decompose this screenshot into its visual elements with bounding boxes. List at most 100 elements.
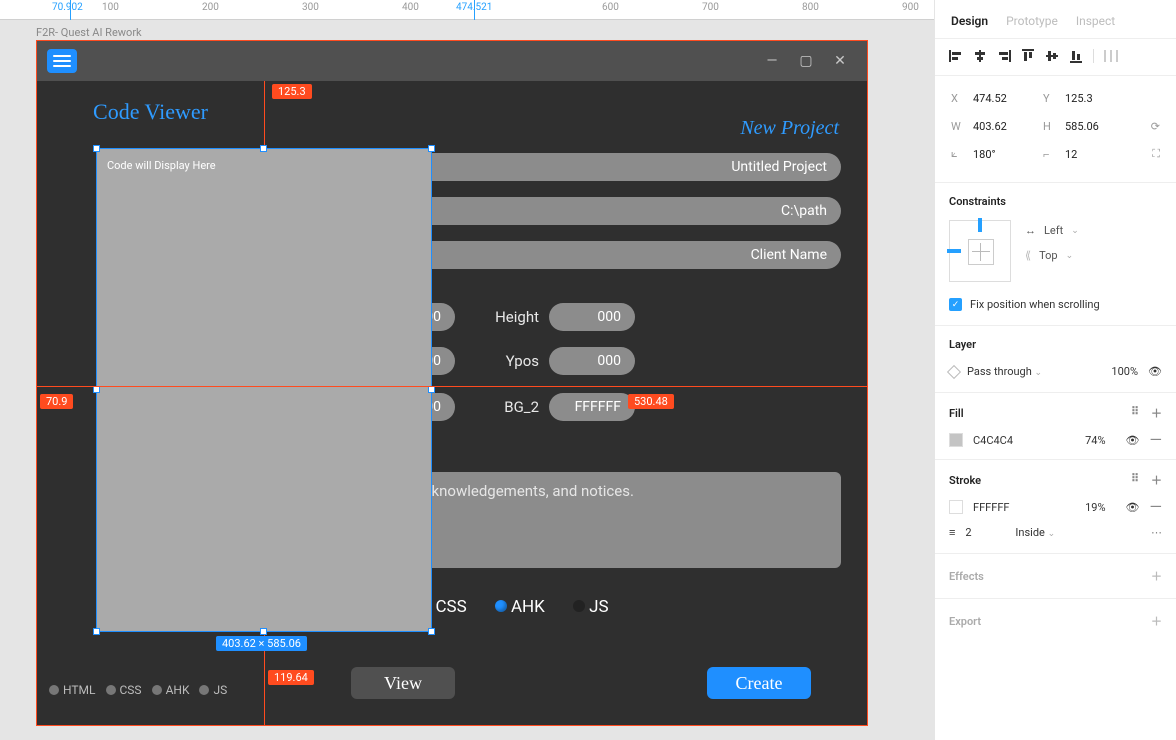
close-button[interactable]: ✕ bbox=[823, 49, 857, 73]
stroke-heading: Stroke bbox=[949, 474, 981, 487]
add-fill-icon[interactable]: ＋ bbox=[1151, 405, 1162, 421]
bg2-label: BG_2 bbox=[479, 398, 539, 416]
include-opt-js[interactable]: JS bbox=[573, 597, 609, 617]
fix-position-checkbox[interactable]: ✓ bbox=[949, 298, 962, 311]
stroke-hex-input[interactable]: FFFFFF bbox=[973, 501, 1009, 514]
left-opt-css[interactable]: CSS bbox=[106, 683, 142, 697]
fill-hex-input[interactable]: C4C4C4 bbox=[973, 434, 1013, 447]
resize-handle[interactable] bbox=[93, 628, 100, 635]
add-stroke-icon[interactable]: ＋ bbox=[1151, 472, 1162, 488]
left-opt-ahk[interactable]: AHK bbox=[152, 683, 190, 697]
rotation-icon: ⟀ bbox=[951, 147, 965, 161]
export-heading: Export bbox=[949, 615, 981, 628]
tab-prototype[interactable]: Prototype bbox=[1006, 14, 1058, 28]
maximize-button[interactable]: ▢ bbox=[789, 49, 823, 73]
tab-inspect[interactable]: Inspect bbox=[1076, 14, 1115, 28]
independent-corners-icon[interactable]: ⛶ bbox=[1152, 147, 1160, 161]
code-placeholder: Code will Display Here bbox=[107, 159, 216, 172]
author-input[interactable]: Client Name bbox=[401, 241, 841, 269]
include-opt-ahk[interactable]: AHK bbox=[495, 597, 545, 617]
ypos-input[interactable]: 000 bbox=[549, 347, 635, 375]
radius-input[interactable]: 12 bbox=[1065, 148, 1127, 161]
fill-swatch[interactable] bbox=[949, 433, 963, 447]
fill-visibility-icon[interactable]: 👁 bbox=[1126, 434, 1140, 447]
title-bar[interactable]: — ▢ ✕ bbox=[37, 41, 867, 81]
align-hcenter-icon[interactable] bbox=[973, 49, 987, 63]
view-button[interactable]: View bbox=[351, 667, 455, 699]
fill-style-icon[interactable]: ⠿ bbox=[1131, 405, 1139, 421]
blend-mode-select[interactable]: Pass through ⌄ bbox=[967, 365, 1042, 378]
h-label: H bbox=[1043, 120, 1057, 133]
resize-handle[interactable] bbox=[260, 628, 267, 635]
resize-handle[interactable] bbox=[93, 386, 100, 393]
add-export-icon[interactable]: ＋ bbox=[1151, 613, 1162, 629]
rotation-input[interactable]: 180° bbox=[973, 148, 1035, 161]
bg2-input[interactable]: FFFFFF bbox=[549, 393, 635, 421]
panel-tabs: Design Prototype Inspect bbox=[935, 0, 1176, 38]
opacity-input[interactable]: 100% bbox=[1111, 365, 1138, 378]
transform-section: X 474.52 Y 125.3 W 403.62 H 585.06 ⟳ ⟀ 1… bbox=[935, 76, 1176, 182]
stroke-opacity-input[interactable]: 19% bbox=[1085, 501, 1105, 514]
dimension-badge: 403.62 × 585.06 bbox=[216, 636, 307, 651]
alignment-row bbox=[935, 39, 1176, 75]
fix-position-label: Fix position when scrolling bbox=[970, 298, 1100, 311]
align-left-icon[interactable] bbox=[949, 49, 963, 63]
selected-element[interactable]: Code will Display Here bbox=[96, 148, 432, 632]
stroke-weight-icon: ≡ bbox=[949, 526, 955, 539]
hamburger-icon[interactable] bbox=[47, 49, 77, 73]
design-canvas[interactable]: 70.902 100 200 300 400 474.521 600 700 8… bbox=[0, 0, 934, 740]
remove-fill-icon[interactable]: — bbox=[1150, 435, 1163, 445]
radius-icon: ⌐ bbox=[1043, 148, 1057, 161]
minimize-button[interactable]: — bbox=[755, 49, 789, 73]
left-include-row: HTML CSS AHK JS bbox=[49, 683, 252, 697]
stroke-position-select[interactable]: Inside ⌄ bbox=[1015, 526, 1055, 539]
visibility-icon[interactable]: 👁 bbox=[1148, 365, 1162, 378]
resize-handle[interactable] bbox=[428, 628, 435, 635]
stroke-weight-input[interactable]: 2 bbox=[965, 526, 1005, 539]
h-input[interactable]: 585.06 bbox=[1065, 120, 1127, 133]
stroke-style-icon[interactable]: ⠿ bbox=[1131, 472, 1139, 488]
left-opt-js[interactable]: JS bbox=[199, 683, 227, 697]
link-wh-icon[interactable]: ⟳ bbox=[1151, 120, 1160, 133]
align-vcenter-icon[interactable] bbox=[1045, 49, 1059, 63]
frame-name[interactable]: F2R- Quest AI Rework bbox=[36, 26, 142, 39]
add-effect-icon[interactable]: ＋ bbox=[1151, 568, 1162, 584]
constraint-v-select[interactable]: ⟪ Top ⌄ bbox=[1025, 249, 1079, 262]
blend-mode-icon bbox=[947, 364, 961, 378]
create-button[interactable]: Create bbox=[707, 667, 811, 699]
align-top-icon[interactable] bbox=[1021, 49, 1035, 63]
align-bottom-icon[interactable] bbox=[1069, 49, 1083, 63]
app-name-input[interactable]: Untitled Project bbox=[401, 153, 841, 181]
ypos-label: Ypos bbox=[479, 352, 539, 370]
remove-stroke-icon[interactable]: — bbox=[1150, 502, 1163, 512]
tab-design[interactable]: Design bbox=[951, 14, 988, 28]
align-right-icon[interactable] bbox=[997, 49, 1011, 63]
height-input[interactable]: 000 bbox=[549, 303, 635, 331]
stroke-swatch[interactable] bbox=[949, 500, 963, 514]
y-input[interactable]: 125.3 bbox=[1065, 92, 1127, 105]
resize-handle[interactable] bbox=[428, 145, 435, 152]
resize-handle[interactable] bbox=[93, 145, 100, 152]
height-label: Height bbox=[479, 308, 539, 326]
stroke-visibility-icon[interactable]: 👁 bbox=[1126, 501, 1140, 514]
properties-panel: Design Prototype Inspect X 474.52 Y 125.… bbox=[934, 0, 1176, 740]
distance-badge-left: 70.9 bbox=[40, 394, 73, 409]
constraints-widget[interactable] bbox=[949, 220, 1011, 282]
w-input[interactable]: 403.62 bbox=[973, 120, 1035, 133]
fill-opacity-input[interactable]: 74% bbox=[1085, 434, 1105, 447]
x-input[interactable]: 474.52 bbox=[973, 92, 1035, 105]
resize-handle[interactable] bbox=[260, 145, 267, 152]
left-opt-html[interactable]: HTML bbox=[49, 683, 96, 697]
stroke-more-icon[interactable]: ⋯ bbox=[1151, 526, 1162, 539]
distance-badge-top: 125.3 bbox=[272, 84, 312, 99]
location-input[interactable]: C:\path bbox=[401, 197, 841, 225]
spacing-guide-h bbox=[36, 386, 868, 387]
ruler-marker-right: 474.521 bbox=[456, 2, 492, 13]
constraint-h-select[interactable]: ↔ Left ⌄ bbox=[1025, 224, 1079, 237]
y-label: Y bbox=[1043, 92, 1057, 105]
resize-handle[interactable] bbox=[428, 386, 435, 393]
code-viewer-title: Code Viewer bbox=[37, 81, 264, 135]
distribute-icon[interactable] bbox=[1104, 49, 1118, 63]
fill-heading: Fill bbox=[949, 407, 964, 420]
ruler-marker-left: 70.902 bbox=[52, 2, 83, 13]
